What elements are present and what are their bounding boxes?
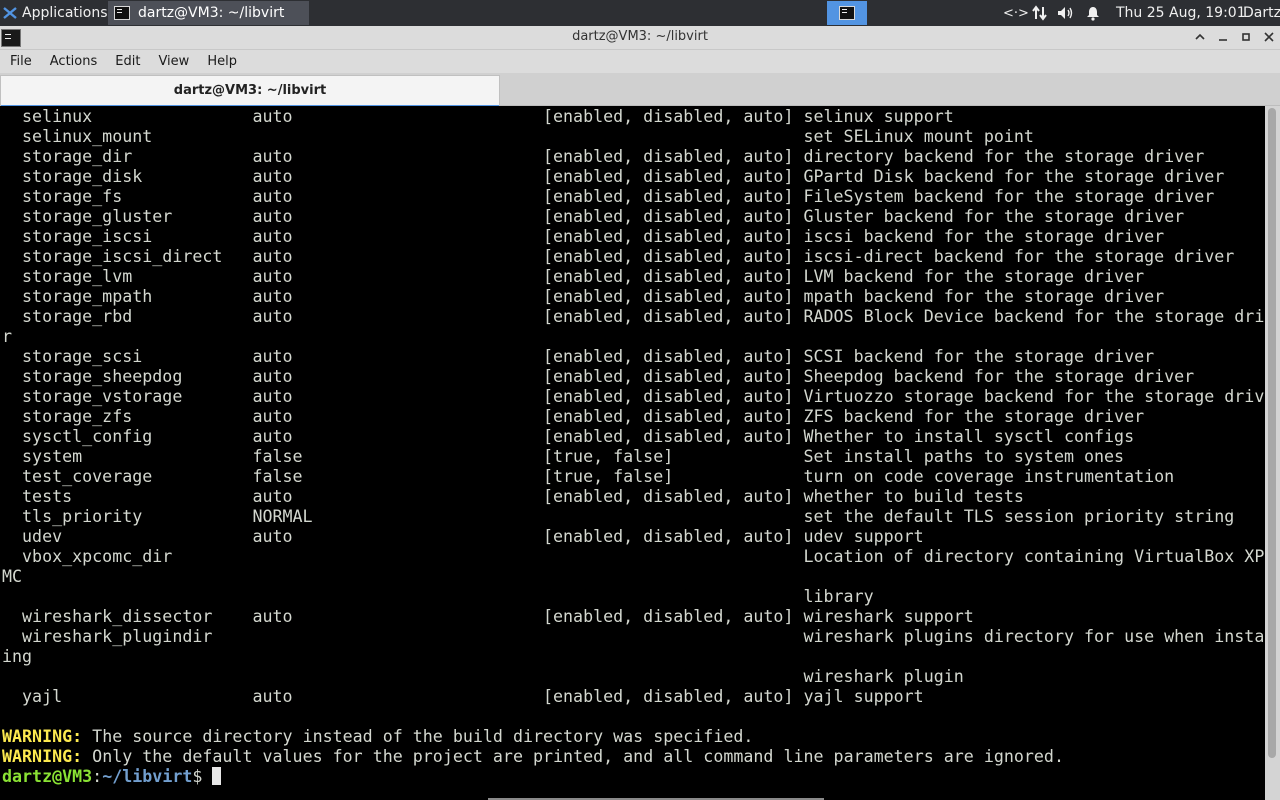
top-panel: Applications dartz@VM3: ~/libvirt <·> Th… (0, 0, 1280, 26)
tab-terminal[interactable]: dartz@VM3: ~/libvirt (0, 75, 500, 107)
terminal-line: r (2, 327, 13, 346)
warning-label: WARNING: (2, 747, 83, 766)
terminal-line: storage_iscsi auto [enabled, disabled, a… (2, 227, 1165, 246)
warning-label: WARNING: (2, 727, 83, 746)
terminal-line: sysctl_config auto [enabled, disabled, a… (2, 427, 1135, 446)
terminal-line: vbox_xpcomc_dir Location of directory co… (2, 547, 1280, 566)
terminal-line: storage_dir auto [enabled, disabled, aut… (2, 147, 1205, 166)
terminal-line: test_coverage false [true, false] turn o… (2, 467, 1175, 486)
restore-icon[interactable] (1237, 28, 1255, 46)
tab-label: dartz@VM3: ~/libvirt (173, 83, 327, 98)
terminal-line: storage_zfs auto [enabled, disabled, aut… (2, 407, 1145, 426)
menubar: File Actions Edit View Help (0, 50, 1280, 73)
maximize-arrow-icon[interactable] (1191, 28, 1209, 46)
terminal-line: storage_lvm auto [enabled, disabled, aut… (2, 267, 1145, 286)
prompt-user-host: dartz@VM3 (2, 767, 93, 786)
terminal-line: MC (2, 567, 23, 586)
terminal-line: storage_fs auto [enabled, disabled, auto… (2, 187, 1215, 206)
datetime-label: Thu 25 Aug, 19:01 (1116, 5, 1246, 21)
minimize-icon[interactable] (1214, 28, 1232, 46)
terminal-output: selinux auto [enabled, disabled, auto] s… (2, 107, 1280, 787)
menu-view[interactable]: View (148, 54, 197, 69)
terminal-line: library (2, 587, 874, 606)
close-icon[interactable] (1260, 28, 1278, 46)
terminal-line: storage_disk auto [enabled, disabled, au… (2, 167, 1225, 186)
warning-text: Only the default values for the project … (82, 747, 1064, 766)
terminal-scrollbar[interactable] (1265, 106, 1280, 800)
window-titlebar[interactable]: dartz@VM3: ~/libvirt (0, 26, 1280, 50)
warning-line: WARNING: The source directory instead of… (2, 727, 1264, 747)
terminal-line: storage_rbd auto [enabled, disabled, aut… (2, 307, 1280, 326)
taskbar-window-title: dartz@VM3: ~/libvirt (138, 5, 285, 21)
terminal-line: storage_sheepdog auto [enabled, disabled… (2, 367, 1195, 386)
menu-actions[interactable]: Actions (40, 54, 106, 69)
applications-label: Applications (22, 5, 108, 21)
terminal-line: tests auto [enabled, disabled, auto] whe… (2, 487, 1024, 506)
terminal-line: storage_vstorage auto [enabled, disabled… (2, 387, 1280, 406)
volume-icon (1058, 7, 1073, 19)
warning-line: WARNING: Only the default values for the… (2, 747, 1264, 767)
taskbar-window-terminal[interactable]: dartz@VM3: ~/libvirt (108, 1, 309, 25)
terminal-line: system false [true, false] Set install p… (2, 447, 1125, 466)
terminal-line: selinux auto [enabled, disabled, auto] s… (2, 107, 954, 126)
transfer-status[interactable] (1032, 0, 1048, 26)
warning-text: The source directory instead of the buil… (82, 727, 754, 746)
terminal-line: storage_mpath auto [enabled, disabled, a… (2, 287, 1165, 306)
terminal-line: storage_iscsi_direct auto [enabled, disa… (2, 247, 1235, 266)
terminal-line: wireshark plugin (2, 667, 964, 686)
prompt-path: ~/libvirt (102, 767, 193, 786)
transfer-icon (1032, 5, 1047, 21)
scrollbar-thumb[interactable] (1268, 108, 1276, 758)
notification-bell-icon (1087, 7, 1099, 21)
tray-terminal-button[interactable] (827, 1, 867, 25)
xfce-icon (3, 7, 17, 19)
terminal-line: udev auto [enabled, disabled, auto] udev… (2, 527, 924, 546)
terminal-line: wireshark_dissector auto [enabled, disab… (2, 607, 974, 626)
prompt-separator: : (92, 767, 103, 786)
terminal-line: selinux_mount set SELinux mount point (2, 127, 1034, 146)
notifications[interactable] (1085, 0, 1101, 26)
terminal-icon (114, 6, 130, 20)
network-status[interactable]: <·> (1003, 0, 1029, 26)
terminal-line: storage_gluster auto [enabled, disabled,… (2, 207, 1185, 226)
text-cursor (212, 767, 222, 785)
terminal-icon (839, 6, 855, 20)
terminal-line: yajl auto [enabled, disabled, auto] yajl… (2, 687, 924, 706)
user-label: Dartz (1243, 5, 1280, 21)
terminal-line: wireshark_plugindir wireshark plugins di… (2, 627, 1280, 646)
network-icon: <·> (1003, 5, 1029, 21)
menu-help[interactable]: Help (197, 54, 245, 69)
terminal-line: storage_scsi auto [enabled, disabled, au… (2, 347, 1155, 366)
terminal-line: tls_priority NORMAL set the default TLS … (2, 507, 1235, 526)
prompt-symbol: $ (192, 767, 213, 786)
user-menu[interactable]: Dartz (1243, 0, 1280, 26)
applications-menu[interactable]: Applications (0, 0, 115, 26)
clock[interactable]: Thu 25 Aug, 19:01 (1116, 0, 1246, 26)
prompt-line[interactable]: dartz@VM3:~/libvirt$ (2, 767, 1264, 787)
menu-file[interactable]: File (0, 54, 40, 69)
tab-bar: dartz@VM3: ~/libvirt (0, 73, 1280, 107)
terminal-line: ing (2, 647, 33, 666)
volume-control[interactable] (1057, 0, 1075, 26)
window-title: dartz@VM3: ~/libvirt (572, 29, 708, 44)
terminal-area[interactable]: selinux auto [enabled, disabled, auto] s… (0, 106, 1280, 800)
menu-edit[interactable]: Edit (105, 54, 148, 69)
